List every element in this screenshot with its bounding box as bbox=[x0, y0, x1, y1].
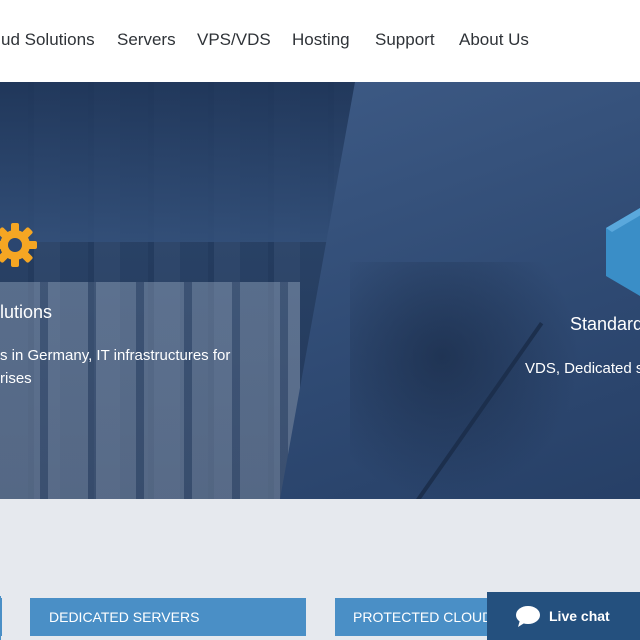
hero-right-text: VDS, Dedicated s bbox=[525, 360, 640, 377]
dedicated-servers-label: DEDICATED SERVERS bbox=[49, 609, 200, 625]
nav-item-vps-vds[interactable]: VPS/VDS bbox=[197, 30, 271, 50]
gear-icon bbox=[0, 223, 37, 267]
chat-bubble-icon bbox=[516, 606, 540, 627]
live-chat-button[interactable]: Live chat bbox=[487, 592, 640, 640]
protected-cloud-button[interactable]: PROTECTED CLOUD bbox=[335, 598, 490, 636]
hero-left-text-line1: s in Germany, IT infrastructures for bbox=[0, 347, 231, 364]
cube-icon bbox=[606, 208, 640, 296]
technician-image bbox=[350, 262, 580, 499]
protected-cloud-label: PROTECTED CLOUD bbox=[353, 609, 490, 625]
hero-left-title: lutions bbox=[0, 302, 53, 322]
hero-left-text-line2: rises bbox=[0, 370, 32, 387]
top-navigation: ud Solutions Servers VPS/VDS Hosting Sup… bbox=[0, 0, 640, 83]
nav-item-hosting[interactable]: Hosting bbox=[292, 30, 350, 50]
datacenter-ceiling-image bbox=[0, 82, 355, 242]
hero-banner: lutions s in Germany, IT infrastructures… bbox=[0, 82, 640, 499]
live-chat-label: Live chat bbox=[549, 608, 610, 624]
dedicated-servers-button[interactable]: DEDICATED SERVERS bbox=[30, 598, 306, 636]
nav-item-cloud-solutions[interactable]: ud Solutions bbox=[1, 30, 95, 50]
nav-item-support[interactable]: Support bbox=[375, 30, 435, 50]
nav-item-servers[interactable]: Servers bbox=[117, 30, 176, 50]
hero-right-title: Standard bbox=[570, 314, 640, 334]
nav-item-about-us[interactable]: About Us bbox=[459, 30, 529, 50]
card-button-partial[interactable] bbox=[0, 598, 2, 636]
